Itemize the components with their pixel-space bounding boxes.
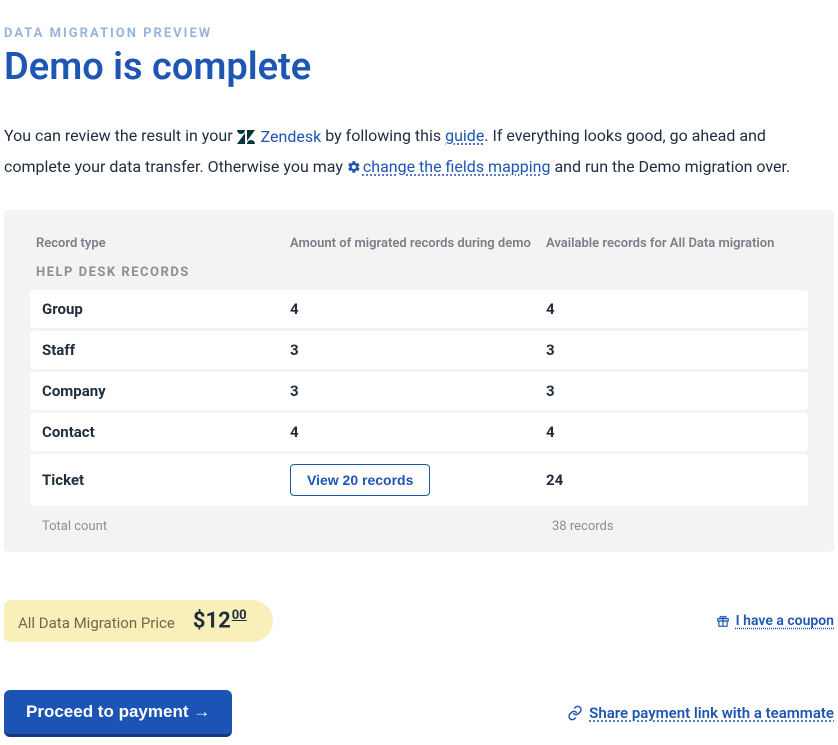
row-amount: View 20 records: [290, 464, 546, 496]
desc-text-4: and run the Demo migration over.: [554, 157, 790, 176]
row-type: Staff: [36, 341, 290, 359]
row-available: 4: [546, 423, 802, 441]
gift-icon: [716, 614, 730, 628]
row-amount: 4: [290, 300, 546, 318]
row-amount: 3: [290, 382, 546, 400]
table-row: Group44: [30, 290, 808, 328]
zendesk-icon: [237, 130, 255, 144]
row-type: Contact: [36, 423, 290, 441]
total-label: Total count: [42, 519, 296, 534]
price-row: All Data Migration Price $1200 I have a …: [0, 600, 838, 641]
page-title: Demo is complete: [0, 41, 838, 113]
platform-badge: Zendesk: [237, 122, 322, 152]
table-row-ticket: Ticket View 20 records 24: [30, 454, 808, 506]
records-panel: Record type Amount of migrated records d…: [4, 210, 834, 552]
desc-text-1: You can review the result in your: [4, 126, 233, 145]
table-row: Staff33: [30, 331, 808, 369]
price-currency: $: [193, 609, 206, 634]
section-label: HELP DESK RECORDS: [30, 265, 808, 290]
price-label: All Data Migration Price: [18, 614, 175, 632]
row-available: 3: [546, 341, 802, 359]
row-available: 3: [546, 382, 802, 400]
view-records-button[interactable]: View 20 records: [290, 464, 430, 496]
share-link[interactable]: Share payment link with a teammate: [567, 704, 834, 722]
row-available: 24: [546, 471, 802, 489]
gear-icon: [347, 154, 361, 184]
price-chip: All Data Migration Price $1200: [4, 600, 273, 641]
link-icon: [567, 705, 583, 721]
cta-row: Proceed to payment → Share payment link …: [0, 690, 838, 745]
row-available: 4: [546, 300, 802, 318]
total-value: 38 records: [552, 519, 808, 534]
description-paragraph: You can review the result in your Zendes…: [0, 113, 838, 206]
proceed-button[interactable]: Proceed to payment →: [4, 690, 232, 737]
coupon-link[interactable]: I have a coupon: [716, 613, 834, 629]
total-spacer: [296, 519, 552, 534]
header-available: Available records for All Data migration: [546, 236, 808, 251]
table-row: Contact44: [30, 413, 808, 451]
header-record-type: Record type: [36, 236, 290, 251]
desc-text-2: by following this: [325, 126, 441, 145]
row-amount: 3: [290, 341, 546, 359]
row-amount: 4: [290, 423, 546, 441]
row-type: Company: [36, 382, 290, 400]
coupon-text: I have a coupon: [736, 613, 834, 629]
header-amount: Amount of migrated records during demo: [290, 236, 546, 251]
table-row: Company33: [30, 372, 808, 410]
price-cents: 00: [232, 608, 247, 623]
total-row: Total count 38 records: [30, 509, 808, 534]
platform-link[interactable]: Zendesk: [261, 122, 322, 152]
row-type: Group: [36, 300, 290, 318]
share-text: Share payment link with a teammate: [589, 704, 834, 722]
guide-link[interactable]: guide: [445, 126, 484, 145]
price-whole: 12: [205, 609, 230, 634]
change-mapping-link[interactable]: change the fields mapping: [363, 157, 551, 176]
price-value: $1200: [193, 608, 247, 633]
row-type: Ticket: [36, 471, 290, 489]
table-header: Record type Amount of migrated records d…: [30, 232, 808, 265]
page-eyebrow: DATA MIGRATION PREVIEW: [0, 0, 838, 41]
